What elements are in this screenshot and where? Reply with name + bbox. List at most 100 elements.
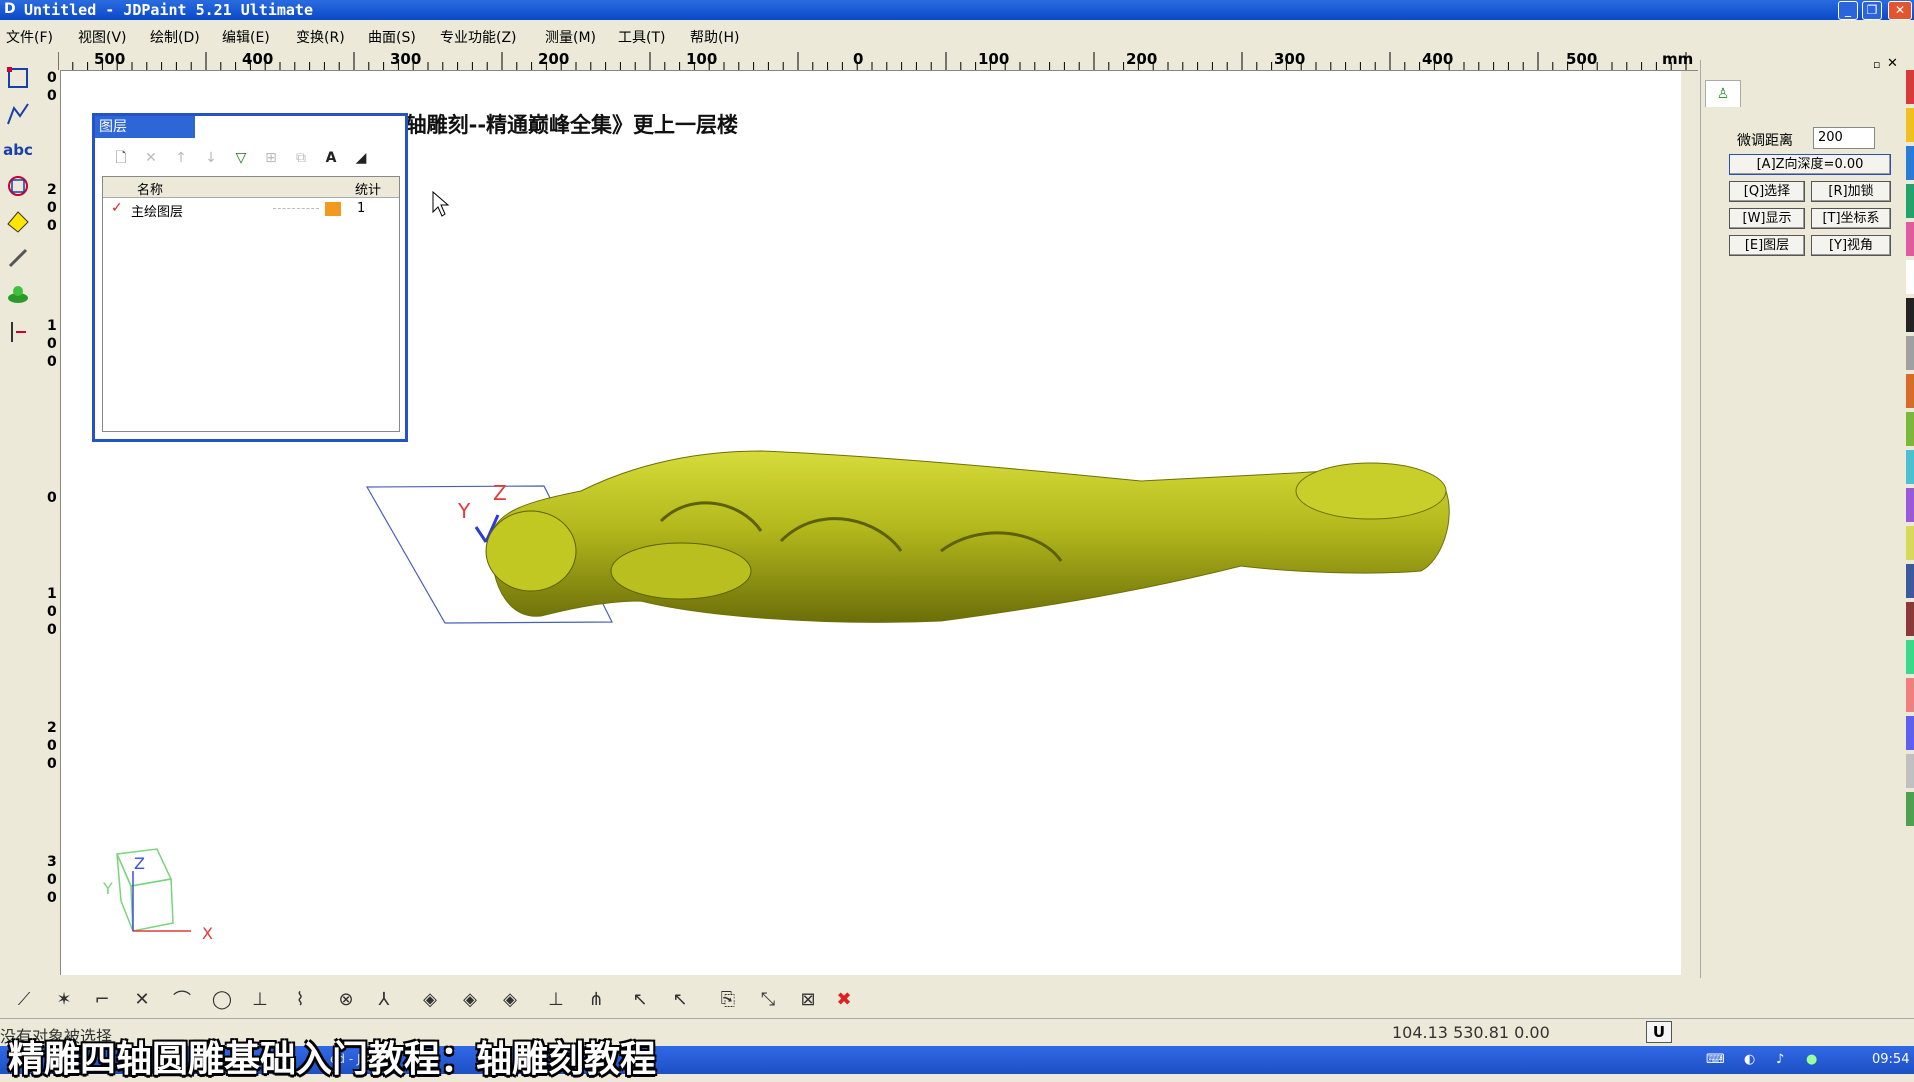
palette-swatch[interactable] xyxy=(1906,792,1914,826)
filter-icon[interactable]: ▽ xyxy=(231,148,251,168)
node-add-tool[interactable]: ◈ xyxy=(456,986,484,1012)
menu-draw[interactable]: 绘制(D) xyxy=(150,27,200,47)
pen-icon xyxy=(8,248,28,268)
color-palette[interactable] xyxy=(1906,70,1914,830)
palette-swatch[interactable] xyxy=(1906,526,1914,560)
ruler-label: 0 xyxy=(47,70,57,86)
relief-tool[interactable] xyxy=(4,280,32,308)
palette-swatch[interactable] xyxy=(1906,146,1914,180)
line-snap-tool[interactable]: ⟋ xyxy=(10,986,38,1012)
corner-snap-tool[interactable]: ⌐ xyxy=(88,986,116,1012)
palette-swatch[interactable] xyxy=(1906,716,1914,750)
angle-snap-tool[interactable]: ⅄ xyxy=(370,986,398,1012)
perpendicular-snap-tool[interactable]: ⊥ xyxy=(246,986,274,1012)
maximize-button[interactable]: ❐ xyxy=(1862,1,1882,20)
palette-swatch[interactable] xyxy=(1906,412,1914,446)
delete-layer-icon[interactable]: ✕ xyxy=(141,148,161,168)
palette-swatch[interactable] xyxy=(1906,488,1914,522)
arc-snap-tool[interactable]: ⌒ xyxy=(168,986,196,1012)
volume-icon[interactable]: ♪ xyxy=(1776,1052,1784,1067)
delete-tool[interactable]: ✖ xyxy=(830,986,858,1012)
panel-close-icon[interactable]: ✕ xyxy=(1887,56,1898,71)
transform-tool[interactable] xyxy=(4,172,32,200)
layer-panel[interactable]: 图层 🗋 ✕ ↑ ↓ ▽ ⊞ ⧉ A ◢ 名称 统计 ✓ 主绘图层 1 xyxy=(92,113,408,442)
palette-swatch[interactable] xyxy=(1906,70,1914,104)
select-tool[interactable] xyxy=(4,64,32,92)
pen-tool[interactable] xyxy=(4,244,32,272)
copy-tool[interactable]: ⎘ xyxy=(714,986,742,1012)
palette-swatch[interactable] xyxy=(1906,336,1914,370)
navigation-tab-icon[interactable]: ♙ xyxy=(1705,80,1741,107)
menu-tools[interactable]: 工具(T) xyxy=(618,27,665,47)
palette-swatch[interactable] xyxy=(1906,108,1914,142)
tray-app-icon[interactable]: ● xyxy=(1806,1052,1817,1067)
menu-file[interactable]: 文件(F) xyxy=(6,27,53,47)
align-tool[interactable]: ⊥ xyxy=(542,986,570,1012)
display-button[interactable]: [W]显示 xyxy=(1729,208,1805,229)
layer-color-swatch[interactable] xyxy=(325,202,341,216)
minimize-button[interactable]: _ xyxy=(1838,1,1858,20)
palette-swatch[interactable] xyxy=(1906,450,1914,484)
pick-tool[interactable]: ↖ xyxy=(626,986,654,1012)
check-icon[interactable]: ✓ xyxy=(111,200,123,216)
move-down-icon[interactable]: ↓ xyxy=(201,148,221,168)
network-icon[interactable]: ◐ xyxy=(1744,1052,1755,1067)
keyboard-icon[interactable]: ⌨ xyxy=(1706,1052,1725,1067)
unpick-tool[interactable]: ↖ xyxy=(666,986,694,1012)
layer-row[interactable]: ✓ 主绘图层 1 xyxy=(103,199,399,220)
palette-swatch[interactable] xyxy=(1906,222,1914,256)
tangent-snap-tool[interactable]: ⌇ xyxy=(286,986,314,1012)
surface-tool[interactable] xyxy=(4,208,32,236)
select-button[interactable]: [Q]选择 xyxy=(1729,181,1805,202)
distribute-tool[interactable]: ⋔ xyxy=(582,986,610,1012)
close-button[interactable]: ✕ xyxy=(1888,1,1912,20)
merge-icon[interactable]: ⊞ xyxy=(261,148,281,168)
copy-layer-icon[interactable]: ⧉ xyxy=(291,148,311,168)
fine-tune-input[interactable]: 200 xyxy=(1813,127,1875,149)
view-cube[interactable]: Z Y X xyxy=(102,848,213,943)
palette-swatch[interactable] xyxy=(1906,678,1914,712)
menu-view[interactable]: 视图(V) xyxy=(78,27,127,47)
view-angle-button[interactable]: [Y]视角 xyxy=(1811,235,1891,256)
grid-snap-tool[interactable]: ⊗ xyxy=(332,986,360,1012)
copy-icon: ⎘ xyxy=(720,988,736,1010)
palette-swatch[interactable] xyxy=(1906,754,1914,788)
diamond-add-icon: ◈ xyxy=(463,988,477,1010)
panel-float-icon[interactable]: ▫ xyxy=(1873,58,1880,71)
menu-help[interactable]: 帮助(H) xyxy=(690,27,739,47)
menu-transform[interactable]: 变换(R) xyxy=(296,27,345,47)
node-edit-tool[interactable]: ◈ xyxy=(416,986,444,1012)
palette-swatches xyxy=(1906,70,1914,826)
palette-swatch[interactable] xyxy=(1906,640,1914,674)
menu-professional[interactable]: 专业功能(Z) xyxy=(440,27,517,47)
palette-swatch[interactable] xyxy=(1906,602,1914,636)
z-depth-button[interactable]: [A]Z向深度=0.00 xyxy=(1729,154,1891,175)
measure-distance-tool[interactable]: ⤡ xyxy=(754,986,782,1012)
cut-tool[interactable]: ⊠ xyxy=(794,986,822,1012)
new-layer-icon[interactable]: 🗋 xyxy=(111,148,131,168)
polyline-tool[interactable] xyxy=(4,100,32,128)
text-tool[interactable]: abc xyxy=(3,136,33,164)
measure-tool[interactable] xyxy=(4,318,32,346)
menu-surface[interactable]: 曲面(S) xyxy=(368,27,416,47)
palette-swatch[interactable] xyxy=(1906,374,1914,408)
mode-toggle[interactable]: U xyxy=(1646,1021,1672,1043)
palette-swatch[interactable] xyxy=(1906,184,1914,218)
palette-swatch[interactable] xyxy=(1906,260,1914,294)
endpoint-snap-tool[interactable]: ✶ xyxy=(50,986,78,1012)
menu-edit[interactable]: 编辑(E) xyxy=(222,27,270,47)
move-up-icon[interactable]: ↑ xyxy=(171,148,191,168)
corner-icon[interactable]: ◢ xyxy=(351,148,371,168)
node-remove-tool[interactable]: ◈ xyxy=(496,986,524,1012)
ruler-label: 1 xyxy=(47,586,57,602)
coordinate-system-button[interactable]: [T]坐标系 xyxy=(1811,208,1891,229)
rename-icon[interactable]: A xyxy=(321,148,341,168)
center-snap-tool[interactable]: ◯ xyxy=(208,986,236,1012)
cube-z-label: Z xyxy=(134,854,145,873)
palette-swatch[interactable] xyxy=(1906,298,1914,332)
lock-button[interactable]: [R]加锁 xyxy=(1811,181,1891,202)
layer-button[interactable]: [E]图层 xyxy=(1729,235,1805,256)
menu-measure[interactable]: 测量(M) xyxy=(545,27,596,47)
palette-swatch[interactable] xyxy=(1906,564,1914,598)
intersection-snap-tool[interactable]: ✕ xyxy=(128,986,156,1012)
